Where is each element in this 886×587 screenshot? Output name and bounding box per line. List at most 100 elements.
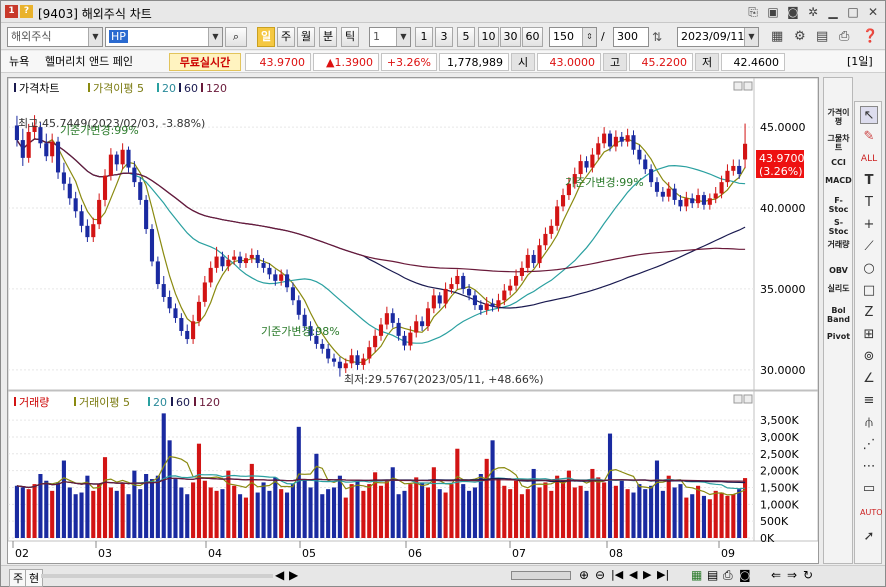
indicator-f-stoc[interactable]: F-Stoc	[825, 196, 852, 214]
fibo-icon[interactable]: ≡	[860, 392, 878, 410]
chart-area[interactable]: 45.0000 40.0000 35.0000 30.0000 3,500K 3,000…	[7, 77, 819, 564]
chevron-down-icon[interactable]: ▼	[744, 28, 758, 46]
text-icon[interactable]: T	[860, 172, 878, 190]
count-stepper[interactable]: 150 ⇕	[549, 27, 597, 47]
panel-close-button[interactable]	[733, 81, 743, 91]
circle-icon[interactable]: ○	[860, 260, 878, 278]
cross-icon[interactable]: +	[860, 216, 878, 234]
date-select[interactable]: 2023/09/11 ▼	[677, 27, 759, 47]
scroll-thumb[interactable]	[511, 571, 571, 580]
camera-icon[interactable]: ◙	[785, 4, 801, 20]
panel-close-button[interactable]	[743, 81, 753, 91]
trend-icon[interactable]: ⟋	[860, 238, 878, 256]
indicator-macd[interactable]: MACD	[825, 176, 852, 185]
period-day-button[interactable]: 일	[257, 27, 275, 47]
interval-3-button[interactable]: 3	[435, 27, 453, 47]
interval-1-button[interactable]: 1	[415, 27, 433, 47]
camera-icon[interactable]: ◙	[739, 568, 751, 582]
gear-icon[interactable]: ✲	[805, 4, 821, 20]
eraser-icon[interactable]: ✎	[860, 128, 878, 146]
print-icon[interactable]: ⎙	[839, 29, 849, 44]
angle-icon[interactable]: ∠	[860, 370, 878, 388]
indicator-ma[interactable]: 가격이평	[825, 108, 852, 126]
arrow-left-icon[interactable]: ⇐	[771, 568, 781, 582]
total-input[interactable]: 300	[613, 27, 649, 47]
panel-close-button[interactable]	[733, 394, 743, 404]
period-week-button[interactable]: 주	[277, 27, 295, 47]
interval-10-button[interactable]: 10	[478, 27, 499, 47]
candle-body	[384, 313, 389, 325]
prev-icon[interactable]: ◀	[629, 568, 637, 581]
step-right-icon[interactable]: ▶	[289, 568, 298, 582]
panel-close-button[interactable]	[743, 394, 753, 404]
help-icon[interactable]: ?	[20, 5, 33, 18]
cursor-icon[interactable]: ↖	[860, 106, 878, 124]
volume-bar	[179, 487, 184, 538]
text-icon-2[interactable]: T	[860, 194, 878, 212]
indicator-obv[interactable]: OBV	[825, 266, 852, 275]
chevron-down-icon[interactable]: ▼	[396, 28, 410, 46]
zigzag-icon[interactable]: Z	[860, 304, 878, 322]
annotation-low: 최저:29.5767(2023/05/11, +48.66%)	[344, 373, 544, 386]
link-icon[interactable]: ⎘	[745, 4, 761, 20]
current-toggle[interactable]: 현	[25, 569, 44, 587]
candle-body	[238, 256, 243, 264]
first-icon[interactable]: |◀	[611, 568, 623, 581]
period-minute-button[interactable]: 분	[319, 27, 337, 47]
excel-icon[interactable]: ▦	[691, 568, 702, 582]
arrow-right-icon[interactable]: ⇒	[787, 568, 797, 582]
scroll-track[interactable]	[41, 574, 273, 578]
gann-icon[interactable]: ⊞	[860, 326, 878, 344]
grid-icon[interactable]: ▦	[771, 29, 783, 44]
interval-60-button[interactable]: 60	[522, 27, 543, 47]
month-label: 04	[208, 547, 222, 560]
refresh-icon[interactable]: ↻	[803, 568, 813, 582]
indicator-pivot[interactable]: Pivot	[825, 332, 852, 341]
save-icon[interactable]: ▤	[707, 568, 718, 582]
interval-30-button[interactable]: 30	[500, 27, 521, 47]
stepper-icon[interactable]: ⇕	[582, 28, 596, 46]
indicator-volume[interactable]: 거래량	[825, 240, 852, 249]
period-month-button[interactable]: 월	[297, 27, 315, 47]
period-tick-button[interactable]: 틱	[341, 27, 359, 47]
minimize-icon[interactable]: ▁	[825, 4, 841, 20]
chart-svg[interactable]: 45.0000 40.0000 35.0000 30.0000 3,500K 3,000…	[7, 77, 819, 563]
close-icon[interactable]: ✕	[865, 4, 881, 20]
zoom-in-icon[interactable]: ⊕	[579, 568, 589, 582]
all-clear-icon[interactable]: ALL	[860, 150, 878, 168]
maximize-icon[interactable]: □	[845, 4, 861, 20]
market-select[interactable]: 해외주식 ▼	[7, 27, 103, 47]
indicator-cci[interactable]: CCI	[825, 158, 852, 167]
cycle-icon[interactable]: ⊚	[860, 348, 878, 366]
speed-icon[interactable]: ⋯	[860, 458, 878, 476]
step-left-icon[interactable]: ◀	[275, 568, 284, 582]
settings-arrows-icon[interactable]: ⇅	[652, 30, 662, 44]
gear-icon[interactable]: ⚙	[794, 29, 806, 44]
image-icon[interactable]: ▣	[765, 4, 781, 20]
realtime-badge[interactable]: 무료실시간	[169, 53, 241, 71]
channel-icon[interactable]: ▭	[860, 480, 878, 498]
chevron-down-icon[interactable]: ▼	[208, 28, 222, 46]
chevron-down-icon[interactable]: ▼	[88, 28, 102, 46]
auto-icon[interactable]: AUTO	[860, 504, 883, 522]
rectangle-icon[interactable]: □	[860, 282, 878, 300]
save-icon[interactable]: ▤	[816, 29, 828, 44]
app-icon[interactable]: 1	[5, 5, 18, 18]
last-icon[interactable]: ▶|	[657, 568, 669, 581]
interval-5-button[interactable]: 5	[457, 27, 475, 47]
period-unit-select[interactable]: 1 ▼	[369, 27, 411, 47]
zoom-out-icon[interactable]: ⊖	[595, 568, 605, 582]
fork-icon[interactable]: ⫛	[860, 414, 878, 432]
month-label: 02	[15, 547, 29, 560]
arrow-icon[interactable]: ➚	[860, 528, 878, 546]
next-icon[interactable]: ▶	[643, 568, 651, 581]
indicator-psychological[interactable]: 실리도	[825, 284, 852, 293]
fan-icon[interactable]: ⋰	[860, 436, 878, 454]
help-book-icon[interactable]: ❓	[862, 29, 878, 44]
search-button[interactable]: ⌕	[225, 27, 247, 47]
indicator-s-stoc[interactable]: S-Stoc	[825, 218, 852, 236]
indicator-grid-chart[interactable]: 그물차트	[825, 134, 852, 152]
indicator-bol-band[interactable]: Bol Band	[825, 306, 852, 324]
symbol-input[interactable]: HP ▼	[105, 27, 223, 47]
print-icon[interactable]: ⎙	[723, 568, 733, 583]
